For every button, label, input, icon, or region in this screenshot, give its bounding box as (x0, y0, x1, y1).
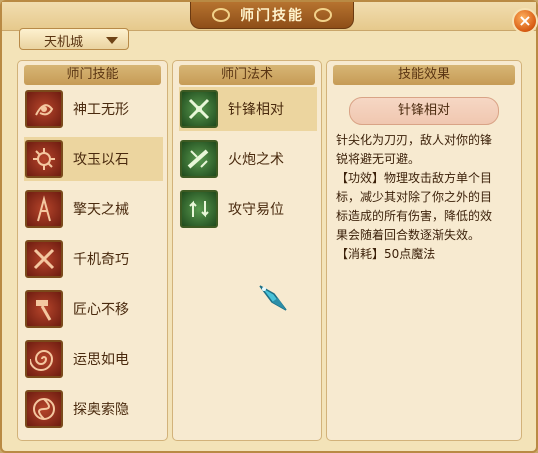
school-dropdown[interactable]: 天机城 (19, 28, 129, 50)
spell-item-label: 火炮之术 (228, 152, 284, 168)
ornament-icon (314, 8, 332, 22)
skill-item[interactable]: 千机奇巧 (24, 237, 163, 281)
swirl-rune-icon (25, 90, 63, 128)
skill-item-label: 匠心不移 (73, 302, 129, 318)
skill-item[interactable]: 擎天之械 (24, 187, 163, 231)
crossed-blades-icon (180, 90, 218, 128)
skill-item[interactable]: 匠心不移 (24, 287, 163, 331)
effect-panel: 技能效果 针锋相对 针尖化为刀刃，敌人对你的锋 锐将避无可避。 【功效】物理攻击… (326, 60, 522, 441)
spell-item-label: 攻守易位 (228, 202, 284, 218)
vortex-icon (25, 390, 63, 428)
skill-item-label: 运思如电 (73, 352, 129, 368)
effect-panel-header: 技能效果 (333, 65, 515, 85)
chevron-down-icon (106, 37, 118, 44)
skill-item[interactable]: 探奥索隐 (24, 387, 163, 431)
cross-tools-icon (25, 240, 63, 278)
spell-item[interactable]: 火炮之术 (179, 137, 317, 181)
spell-item[interactable]: 攻守易位 (179, 187, 317, 231)
spells-panel: 师门法术 针锋相对火炮之术攻守易位 (172, 60, 322, 441)
dropdown-value: 天机城 (44, 35, 84, 50)
skill-item-label: 神工无形 (73, 102, 129, 118)
skill-item[interactable]: 运思如电 (24, 337, 163, 381)
close-icon[interactable]: × (512, 8, 538, 34)
window-title: 师门技能 (240, 8, 304, 24)
skills-window: 师门技能 × 天机城 师门技能 神工无形攻玉以石擎天之械千机奇巧匠心不移运思如电… (0, 0, 538, 453)
effect-description: 针尖化为刀刃，敌人对你的锋 锐将避无可避。 【功效】物理攻击敌方单个目 标，减少… (336, 133, 493, 261)
pillar-rune-icon (25, 190, 63, 228)
title-plate: 师门技能 (190, 2, 354, 29)
spiral-icon (25, 340, 63, 378)
crystal-cursor-icon (259, 285, 287, 311)
skill-item[interactable]: 神工无形 (24, 87, 163, 131)
spells-panel-header: 师门法术 (179, 65, 315, 85)
skill-item-label: 探奥索隐 (73, 402, 129, 418)
cannon-icon (180, 140, 218, 178)
effect-skill-name: 针锋相对 (349, 97, 499, 125)
spell-item[interactable]: 针锋相对 (179, 87, 317, 131)
spell-item-label: 针锋相对 (228, 102, 284, 118)
skill-item-label: 攻玉以石 (73, 152, 129, 168)
swap-arrows-icon (180, 190, 218, 228)
title-bar: 师门技能 (2, 2, 536, 31)
skills-panel-header: 师门技能 (24, 65, 161, 85)
hammer-icon (25, 290, 63, 328)
skill-item[interactable]: 攻玉以石 (24, 137, 163, 181)
ornament-icon (212, 8, 230, 22)
skill-item-label: 擎天之械 (73, 202, 129, 218)
skill-item-label: 千机奇巧 (73, 252, 129, 268)
skills-panel: 师门技能 神工无形攻玉以石擎天之械千机奇巧匠心不移运思如电探奥索隐 (17, 60, 168, 441)
gear-rune-icon (25, 140, 63, 178)
